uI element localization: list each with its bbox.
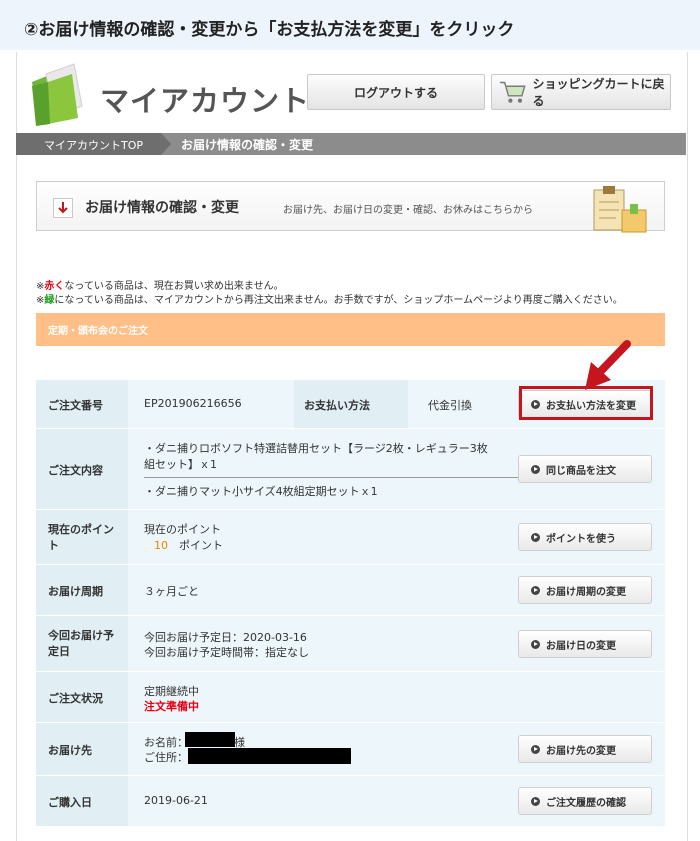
row-order-contents: ご注文内容 ・ダニ捕りロボソフト特選詰替用セット【ラージ2枚・レギュラー3枚組セ… [36, 429, 665, 510]
section-title: お届け情報の確認・変更 [85, 200, 239, 216]
change-destination-button[interactable]: お届け先の変更 [518, 735, 652, 763]
breadcrumb-current: お届け情報の確認・変更 [181, 138, 314, 152]
status-label: ご注文状況 [48, 692, 103, 705]
order-history-label: ご注文履歴の確認 [546, 797, 626, 809]
next-delivery-date: 今回お届け予定日：2020-03-16 [144, 631, 307, 644]
reorder-label: 同じ商品を注文 [546, 465, 616, 477]
redacted-address [188, 748, 351, 764]
change-cycle-button[interactable]: お届け周期の変更 [518, 576, 652, 604]
change-date-button[interactable]: お届け日の変更 [518, 630, 652, 658]
breadcrumb: マイアカウントTOP お届け情報の確認・変更 [16, 133, 686, 155]
points-unit: ポイント [179, 539, 223, 552]
folder-logo-icon [32, 63, 83, 126]
change-cycle-label: お届け周期の変更 [546, 586, 626, 598]
step-title: ②お届け情報の確認・変更から「お支払方法を変更」をクリック [24, 20, 515, 40]
contents-item-1: ・ダニ捕りロボソフト特選詰替用セット【ラージ2枚・レギュラー3枚組セット】ｘ1 [144, 442, 488, 471]
back-to-cart-button[interactable]: ショッピングカートに戻る [491, 74, 671, 110]
play-circle-icon [531, 464, 540, 474]
reorder-button[interactable]: 同じ商品を注文 [518, 455, 652, 483]
row-points: 現在のポイント 現在のポイント 10 ポイント ポイントを使う [36, 510, 665, 565]
notice-green-word: 緑 [44, 295, 55, 306]
contents-divider [144, 477, 527, 478]
red-pointer-arrow-icon [585, 340, 631, 390]
points-value: 10 ポイント [154, 537, 223, 553]
status-line2: 注文準備中 [144, 700, 199, 713]
redacted-name [185, 732, 235, 747]
order-type-label: 定期・頒布会のご注文 [48, 326, 148, 337]
play-circle-icon [531, 796, 540, 806]
points-label: 現在のポイント [48, 523, 114, 552]
next-delivery-time: 今回お届け予定時間帯：指定なし [144, 646, 309, 659]
logo-text: マイアカウント [100, 84, 311, 118]
breadcrumb-home-label: マイアカウントTOP [44, 139, 144, 152]
cart-icon [499, 81, 526, 103]
next-delivery-label: 今回お届け予定日 [48, 629, 114, 658]
use-points-label: ポイントを使う [546, 533, 616, 545]
logout-button[interactable]: ログアウトする [307, 74, 485, 110]
down-arrow-icon [53, 198, 73, 218]
row-delivery-cycle: お届け周期 ３ヶ月ごと お届け周期の変更 [36, 565, 665, 616]
cart-label: ショッピングカートに戻る [532, 77, 665, 108]
contents-item-2: ・ダニ捕りマット小サイズ4枚組定期セットｘ1 [144, 485, 378, 498]
contents-label: ご注文内容 [48, 464, 103, 477]
notice-red: ※赤くなっている商品は、現在お買い求め出来ません。 [36, 277, 284, 292]
destination-label: お届け先 [48, 744, 92, 757]
payment-label: お支払い方法 [304, 399, 370, 412]
destination-address-label: ご住所： [144, 751, 188, 764]
order-history-button[interactable]: ご注文履歴の確認 [518, 787, 652, 815]
change-destination-label: お届け先の変更 [546, 745, 616, 757]
payment-value: 代金引換 [428, 399, 472, 412]
row-purchase-date: ご購入日 2019-06-21 ご注文履歴の確認 [36, 776, 665, 827]
row-next-delivery: 今回お届け予定日 今回お届け予定日：2020-03-16 今回お届け予定時間帯：… [36, 616, 665, 672]
order-number-value: EP201906216656 [144, 397, 242, 410]
status-line1: 定期継続中 [144, 685, 199, 698]
change-date-label: お届け日の変更 [546, 640, 616, 652]
purchase-date-label: ご購入日 [48, 796, 92, 809]
play-circle-icon [531, 639, 540, 649]
row-order-status: ご注文状況 定期継続中 注文準備中 [36, 672, 665, 723]
notice-green: ※緑になっている商品は、マイアカウントから再注文出来ません。お手数ですが、ショッ… [36, 291, 623, 306]
clipboard-icon [593, 186, 647, 233]
section-header: お届け情報の確認・変更 お届け先、お届け日の変更・確認、お休みはこちらから [36, 181, 665, 231]
order-number-label: ご注文番号 [48, 399, 103, 412]
section-desc: お届け先、お届け日の変更・確認、お休みはこちらから [283, 205, 533, 216]
purchase-date-value: 2019-06-21 [144, 794, 208, 807]
cycle-label: お届け周期 [48, 585, 103, 598]
step-bar: ②お届け情報の確認・変更から「お支払方法を変更」をクリック [0, 0, 700, 50]
breadcrumb-separator [161, 133, 171, 155]
play-circle-icon [531, 744, 540, 754]
points-number: 10 [154, 539, 168, 552]
points-line1: 現在のポイント [144, 523, 221, 536]
play-circle-icon [531, 585, 540, 595]
destination-name-label: お名前： [144, 736, 188, 749]
order-type-band: 定期・頒布会のご注文 [36, 313, 665, 346]
row-destination: お届け先 お名前： 様 ご住所： お届け先の変更 [36, 723, 665, 776]
logout-label: ログアウトする [353, 85, 438, 100]
cycle-value: ３ヶ月ごと [144, 585, 199, 598]
play-circle-icon [531, 532, 540, 542]
breadcrumb-home[interactable]: マイアカウントTOP [16, 133, 161, 155]
notice-green-text: になっている商品は、マイアカウントから再注文出来ません。お手数ですが、ショップホ… [54, 295, 623, 306]
use-points-button[interactable]: ポイントを使う [518, 523, 652, 551]
